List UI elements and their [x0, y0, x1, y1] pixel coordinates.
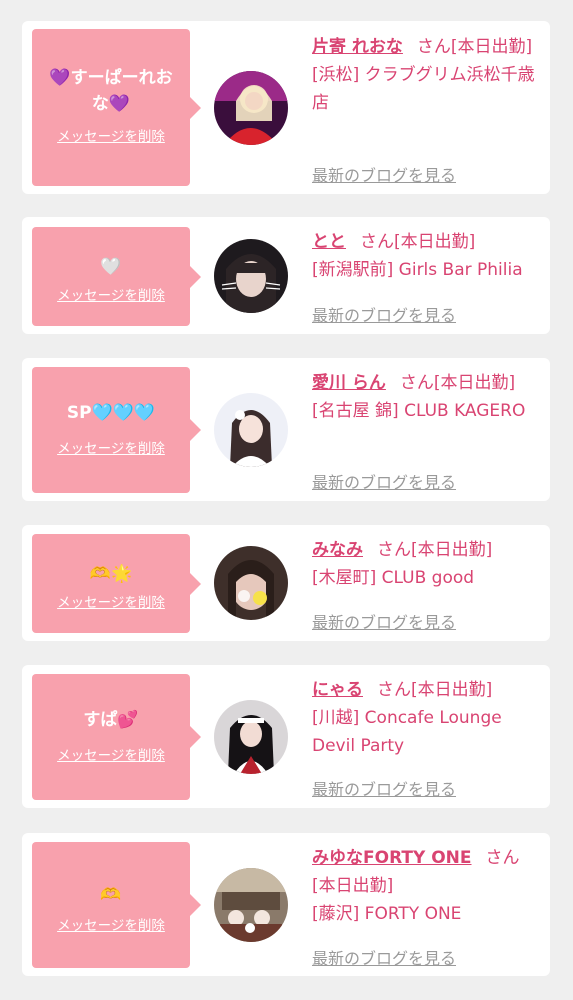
latest-blog-link[interactable]: 最新のブログを見る	[312, 776, 456, 800]
message-list: 💜すーぱーれおな💜 メッセージを削除 片寄 れおな さん[本日出勤] [浜松] ク…	[0, 0, 573, 1000]
status-text: [本日出勤]	[312, 876, 394, 896]
honorific: さん	[485, 848, 520, 868]
delete-message-link[interactable]: メッセージを削除	[32, 284, 190, 304]
message-bubble: すぱ💕 メッセージを削除	[32, 674, 201, 800]
cast-name-link[interactable]: みゆなFORTY ONE	[312, 848, 472, 868]
honorific: さん	[377, 540, 411, 560]
delete-message-link[interactable]: メッセージを削除	[32, 914, 190, 934]
delete-message-link[interactable]: メッセージを削除	[32, 125, 190, 145]
latest-blog-link[interactable]: 最新のブログを見る	[312, 945, 456, 969]
delete-message-link[interactable]: メッセージを削除	[32, 744, 190, 764]
honorific: さん	[416, 37, 451, 57]
message-text: 💜すーぱーれおな💜	[49, 68, 173, 114]
list-item: SP🩵🩵🩵 メッセージを削除 愛川 らん さん[本日出勤] [名古屋 錦] CLU…	[22, 358, 550, 501]
cast-name-link[interactable]: とと	[312, 232, 346, 252]
shop-text: [新潟駅前] Girls Bar Philia	[312, 260, 523, 280]
honorific: さん	[377, 680, 411, 700]
status-text: [本日出勤]	[394, 232, 476, 252]
cast-info: 愛川 らん さん[本日出勤] [名古屋 錦] CLUB KAGERO	[312, 369, 544, 425]
list-item: 🫶 メッセージを削除 みゆなFORTY ONE さん [本日出勤] [藤沢] FO…	[22, 833, 550, 976]
message-text: 🫶	[100, 885, 122, 905]
message-text: すぱ💕	[83, 710, 139, 730]
shop-text: [木屋町] CLUB good	[312, 568, 475, 588]
message-bubble: 🫶 メッセージを削除	[32, 842, 201, 968]
latest-blog-link[interactable]: 最新のブログを見る	[312, 302, 456, 326]
avatar[interactable]	[214, 71, 288, 145]
cast-info: みなみ さん[本日出勤] [木屋町] CLUB good	[312, 536, 544, 592]
list-item: 💜すーぱーれおな💜 メッセージを削除 片寄 れおな さん[本日出勤] [浜松] ク…	[22, 21, 550, 194]
message-text: SP🩵🩵🩵	[66, 403, 156, 423]
list-item: すぱ💕 メッセージを削除 にゃる さん[本日出勤] [川越] Concafe Lo…	[22, 665, 550, 808]
cast-name-link[interactable]: 片寄 れおな	[312, 37, 403, 57]
cast-name-link[interactable]: みなみ	[312, 540, 363, 560]
status-text: [本日出勤]	[411, 540, 493, 560]
honorific: さん	[399, 373, 434, 393]
cast-name-link[interactable]: 愛川 らん	[312, 373, 386, 393]
avatar[interactable]	[214, 700, 288, 774]
avatar[interactable]	[214, 546, 288, 620]
shop-text: [名古屋 錦] CLUB KAGERO	[312, 401, 526, 421]
avatar[interactable]	[214, 239, 288, 313]
message-bubble: 🤍 メッセージを削除	[32, 227, 201, 326]
message-bubble: SP🩵🩵🩵 メッセージを削除	[32, 367, 201, 493]
delete-message-link[interactable]: メッセージを削除	[32, 591, 190, 611]
list-item: 🫶🌟 メッセージを削除 みなみ さん[本日出勤] [木屋町] CLUB good …	[22, 525, 550, 641]
latest-blog-link[interactable]: 最新のブログを見る	[312, 469, 456, 493]
shop-text: [藤沢] FORTY ONE	[312, 904, 462, 924]
honorific: さん	[360, 232, 394, 252]
message-bubble: 💜すーぱーれおな💜 メッセージを削除	[32, 29, 201, 186]
shop-text: [川越] Concafe Lounge Devil Party	[312, 708, 502, 756]
cast-info: にゃる さん[本日出勤] [川越] Concafe Lounge Devil Pa…	[312, 676, 544, 760]
message-text: 🤍	[100, 257, 122, 277]
status-text: [本日出勤]	[433, 373, 516, 393]
status-text: [本日出勤]	[450, 37, 533, 57]
status-text: [本日出勤]	[411, 680, 493, 700]
cast-info: みゆなFORTY ONE さん [本日出勤] [藤沢] FORTY ONE	[312, 844, 544, 928]
cast-name-link[interactable]: にゃる	[312, 680, 363, 700]
list-item: 🤍 メッセージを削除 とと さん[本日出勤] [新潟駅前] Girls Bar P…	[22, 217, 550, 334]
message-bubble: 🫶🌟 メッセージを削除	[32, 534, 201, 633]
latest-blog-link[interactable]: 最新のブログを見る	[312, 609, 456, 633]
cast-info: 片寄 れおな さん[本日出勤] [浜松] クラブグリム浜松千歳店	[312, 33, 544, 117]
message-text: 🫶🌟	[89, 564, 133, 584]
avatar[interactable]	[214, 868, 288, 942]
delete-message-link[interactable]: メッセージを削除	[32, 437, 190, 457]
cast-info: とと さん[本日出勤] [新潟駅前] Girls Bar Philia	[312, 228, 544, 284]
avatar[interactable]	[214, 393, 288, 467]
shop-text: [浜松] クラブグリム浜松千歳店	[312, 65, 535, 113]
latest-blog-link[interactable]: 最新のブログを見る	[312, 162, 456, 186]
